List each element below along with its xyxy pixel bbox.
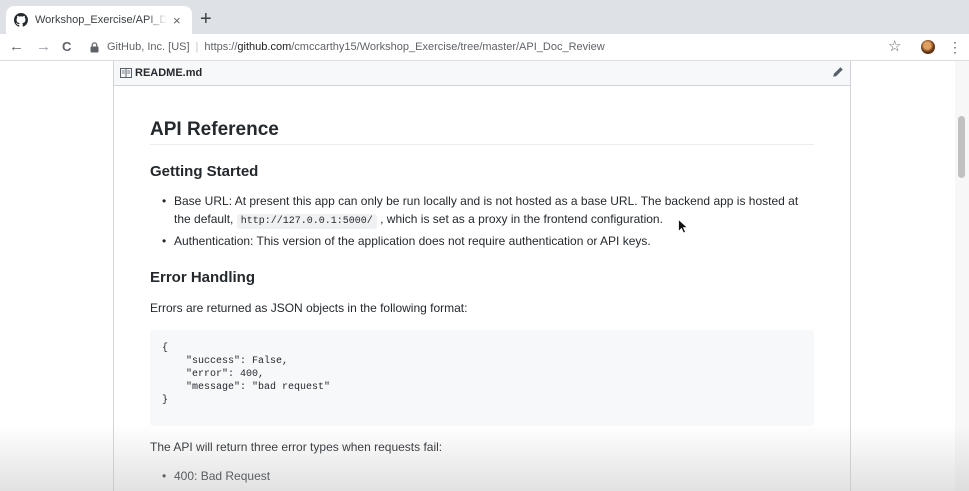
lock-icon xyxy=(90,41,99,52)
github-icon xyxy=(14,13,28,27)
page-content: README.md API Reference Getting Started … xyxy=(0,61,969,491)
readme-header: README.md xyxy=(114,61,850,86)
kebab-menu-icon[interactable]: ⋮ xyxy=(948,38,962,56)
url-host: github.com xyxy=(237,41,292,53)
reload-icon[interactable]: C xyxy=(62,38,71,56)
auth-text: Authentication: This version of the appl… xyxy=(174,234,651,248)
base-url-text: Base URL: At present this app can only b… xyxy=(174,194,799,208)
scrollbar-thumb[interactable] xyxy=(958,116,965,178)
pencil-edit-icon[interactable] xyxy=(832,66,844,78)
base-url-text-3: , which is set as a proxy in the fronten… xyxy=(380,212,663,226)
browser-toolbar: ← → C GitHub, Inc. [US] | https:// githu… xyxy=(0,34,969,61)
title-divider xyxy=(150,144,814,145)
base-url-code: http://127.0.0.1:5000/ xyxy=(236,214,377,229)
bookmark-star-icon[interactable]: ☆ xyxy=(888,38,901,56)
error-intro-text: Errors are returned as JSON objects in t… xyxy=(150,301,468,315)
browser-tab[interactable]: Workshop_Exercise/API_Doc_R × xyxy=(6,6,192,34)
address-separator: | xyxy=(195,41,199,53)
site-identity: GitHub, Inc. [US] xyxy=(107,41,190,53)
error-types-text: The API will return three error types wh… xyxy=(150,440,443,454)
tab-close-icon[interactable]: × xyxy=(173,14,181,27)
forward-icon[interactable]: → xyxy=(36,38,51,56)
tab-title: Workshop_Exercise/API_Doc_R xyxy=(35,14,167,26)
new-tab-button[interactable]: + xyxy=(200,9,212,29)
url-path: /cmccarthy15/Workshop_Exercise/tree/mast… xyxy=(291,41,605,53)
heading-getting-started: Getting Started xyxy=(150,163,259,180)
base-url-text-2: the default, xyxy=(174,212,234,226)
tab-strip: Workshop_Exercise/API_Doc_R × + xyxy=(0,0,969,34)
readme-filename: README.md xyxy=(135,67,203,79)
page-title: API Reference xyxy=(150,119,279,140)
mouse-cursor-icon xyxy=(678,219,688,234)
error-400-text: 400: Bad Request xyxy=(174,469,271,483)
code-block: { "success": False, "error": 400, "messa… xyxy=(150,330,814,426)
url-scheme: https:// xyxy=(204,41,238,53)
json-error-example: { "success": False, "error": 400, "messa… xyxy=(162,343,331,406)
heading-error-handling: Error Handling xyxy=(150,269,256,286)
profile-avatar[interactable] xyxy=(921,40,935,54)
address-bar[interactable]: GitHub, Inc. [US] | https:// github.com … xyxy=(90,37,880,57)
book-icon xyxy=(120,68,132,78)
back-icon[interactable]: ← xyxy=(9,38,24,56)
readme-container: README.md API Reference Getting Started … xyxy=(113,61,851,491)
